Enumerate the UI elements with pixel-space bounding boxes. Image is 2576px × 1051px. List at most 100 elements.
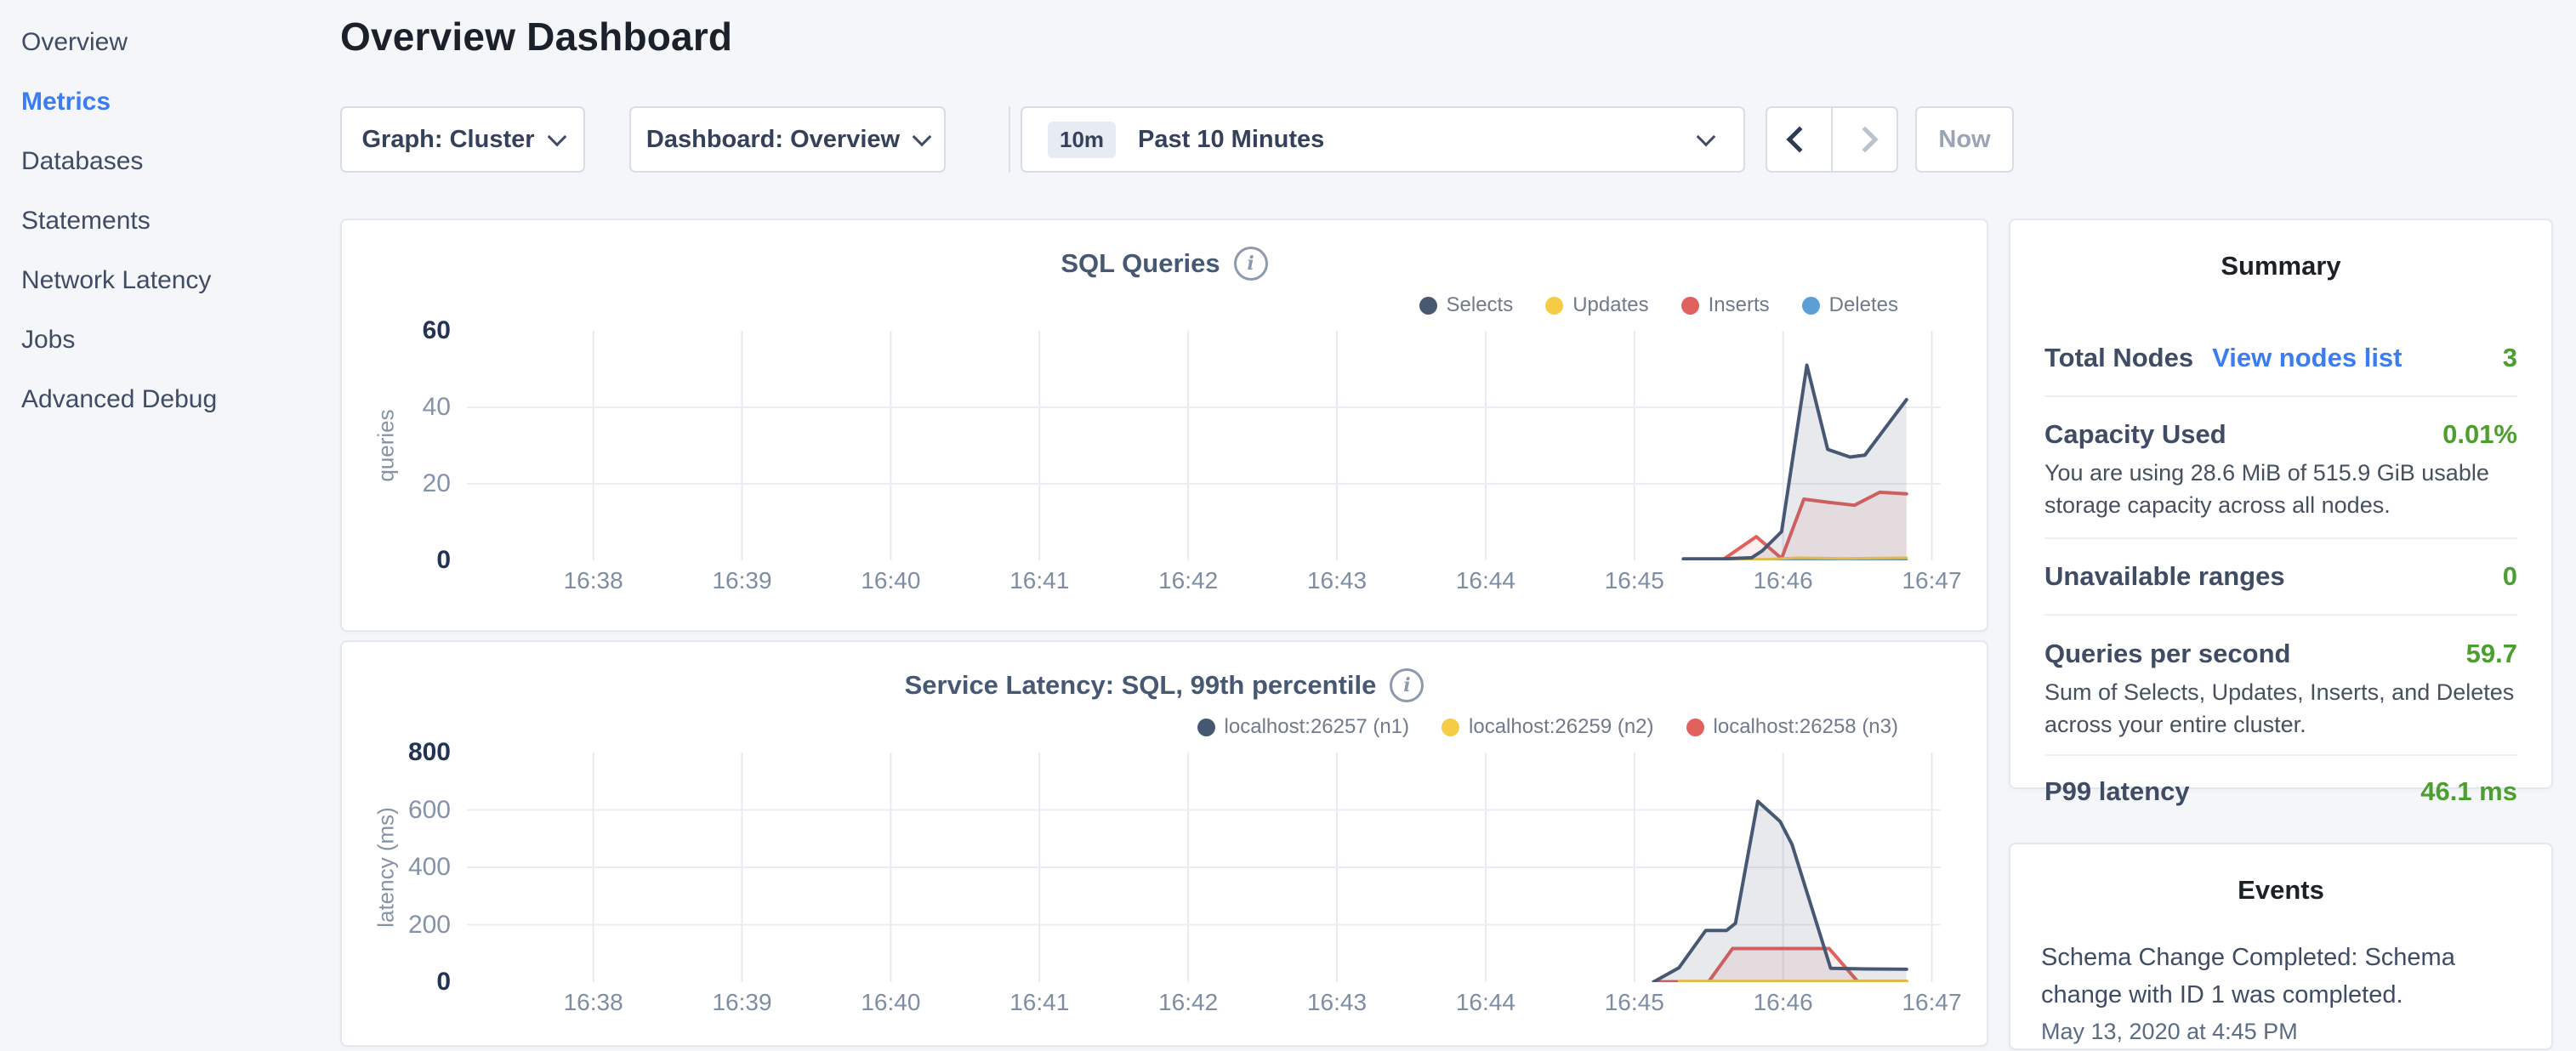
sql-queries-chart-card: SQL Queries i Selects Updates Inserts Delet…	[340, 219, 1988, 632]
graph-source-dropdown-label: Graph: Cluster	[361, 126, 534, 154]
y-axis-ticks: 0200400600800	[342, 753, 451, 982]
summary-row-queries-per-second: Queries per second 59.7	[2044, 639, 2517, 669]
x-tick-label: 16:41	[1009, 989, 1069, 1016]
legend-label: Updates	[1572, 293, 1648, 317]
x-tick-label: 16:38	[564, 567, 623, 594]
x-tick-label: 16:43	[1307, 567, 1367, 594]
summary-label: P99 latency	[2044, 776, 2190, 807]
y-tick-label: 800	[408, 738, 451, 767]
x-tick-label: 16:40	[861, 989, 920, 1016]
sidebar: Overview Metrics Databases Statements Ne…	[0, 0, 340, 1051]
sidebar-item-statements[interactable]: Statements	[21, 196, 151, 247]
y-tick-label: 60	[423, 316, 451, 345]
divider	[2044, 754, 2517, 756]
sidebar-item-metrics[interactable]: Metrics	[21, 77, 111, 128]
legend-item: localhost:26259 (n2)	[1442, 715, 1653, 739]
x-axis-ticks: 16:3816:3916:4016:4116:4216:4316:4416:45…	[467, 989, 1941, 1020]
legend-item: localhost:26258 (n3)	[1686, 715, 1898, 739]
x-tick-label: 16:45	[1605, 989, 1664, 1016]
now-button[interactable]: Now	[1915, 106, 2014, 173]
y-tick-label: 200	[408, 911, 451, 940]
chart-plot-area	[467, 753, 1941, 982]
chevron-down-icon	[547, 127, 566, 146]
legend-item: Updates	[1545, 293, 1648, 317]
sidebar-item-databases[interactable]: Databases	[21, 136, 143, 187]
chart-title: Service Latency: SQL, 99th percentile	[905, 670, 1377, 701]
summary-row-capacity-used: Capacity Used 0.01%	[2044, 419, 2517, 450]
x-tick-label: 16:42	[1158, 567, 1218, 594]
chart-legend: localhost:26257 (n1) localhost:26259 (n2)…	[1197, 715, 1898, 739]
chevron-left-icon	[1786, 126, 1812, 152]
summary-row-total-nodes: Total Nodes View nodes list 3	[2044, 343, 2517, 373]
divider	[2044, 395, 2517, 397]
summary-value: 46.1 ms	[2420, 776, 2517, 807]
y-tick-label: 0	[436, 968, 451, 997]
x-axis-ticks: 16:3816:3916:4016:4116:4216:4316:4416:45…	[467, 567, 1941, 598]
time-range-badge: 10m	[1048, 122, 1116, 158]
x-tick-label: 16:45	[1605, 567, 1664, 594]
x-tick-label: 16:44	[1456, 567, 1515, 594]
events-title: Events	[2041, 875, 2521, 906]
time-range-dropdown[interactable]: 10m Past 10 Minutes	[1021, 106, 1745, 173]
chart-legend: Selects Updates Inserts Deletes	[1419, 293, 1899, 317]
x-tick-label: 16:38	[564, 989, 623, 1016]
legend-label: Inserts	[1709, 293, 1770, 317]
sidebar-item-advanced-debug[interactable]: Advanced Debug	[21, 374, 217, 425]
chart-plot-area	[467, 331, 1941, 560]
chevron-down-icon	[913, 127, 932, 146]
y-tick-label: 20	[423, 469, 451, 498]
legend-label: Selects	[1447, 293, 1514, 317]
time-pager	[1766, 106, 1898, 173]
summary-value: 59.7	[2466, 639, 2517, 669]
x-tick-label: 16:47	[1902, 567, 1961, 594]
sidebar-item-jobs[interactable]: Jobs	[21, 315, 75, 366]
legend-dot-icon	[1686, 719, 1704, 736]
legend-label: Deletes	[1829, 293, 1898, 317]
legend-label: localhost:26257 (n1)	[1225, 715, 1409, 739]
toolbar-divider	[1009, 106, 1010, 173]
x-tick-label: 16:43	[1307, 989, 1367, 1016]
summary-label: Capacity Used	[2044, 419, 2226, 450]
legend-item: Selects	[1419, 293, 1514, 317]
summary-description: Sum of Selects, Updates, Inserts, and De…	[2044, 676, 2517, 741]
x-tick-label: 16:47	[1902, 989, 1961, 1016]
graph-source-dropdown[interactable]: Graph: Cluster	[340, 106, 585, 173]
x-tick-label: 16:46	[1754, 989, 1813, 1016]
x-tick-label: 16:41	[1009, 567, 1069, 594]
chart-title: SQL Queries	[1061, 248, 1220, 279]
sidebar-item-network-latency[interactable]: Network Latency	[21, 255, 211, 306]
x-tick-label: 16:39	[712, 989, 771, 1016]
summary-title: Summary	[2044, 251, 2517, 281]
service-latency-chart-card: Service Latency: SQL, 99th percentile i …	[340, 640, 1988, 1047]
dashboard-dropdown[interactable]: Dashboard: Overview	[629, 106, 946, 173]
time-prev-button[interactable]	[1767, 108, 1831, 171]
legend-dot-icon	[1802, 297, 1820, 315]
time-range-label: Past 10 Minutes	[1138, 126, 1324, 154]
y-axis-ticks: 0204060	[342, 331, 451, 560]
event-item[interactable]: Schema Change Completed: Schema change w…	[2041, 940, 2521, 1014]
series-area	[1683, 366, 1906, 561]
summary-row-unavailable-ranges: Unavailable ranges 0	[2044, 561, 2517, 592]
legend-dot-icon	[1681, 297, 1699, 315]
summary-description: You are using 28.6 MiB of 515.9 GiB usab…	[2044, 457, 2517, 522]
sidebar-item-overview[interactable]: Overview	[21, 17, 128, 68]
info-icon[interactable]: i	[1390, 668, 1424, 702]
dashboard-dropdown-label: Dashboard: Overview	[646, 126, 900, 154]
divider	[2044, 537, 2517, 539]
chart-canvas	[467, 753, 1941, 982]
summary-panel: Summary Total Nodes View nodes list 3 Ca…	[2009, 219, 2553, 789]
chart-canvas	[467, 331, 1941, 560]
summary-label: Unavailable ranges	[2044, 561, 2285, 592]
legend-item: Inserts	[1681, 293, 1770, 317]
legend-dot-icon	[1197, 719, 1215, 736]
chevron-right-icon	[1851, 126, 1878, 152]
legend-item: localhost:26257 (n1)	[1197, 715, 1409, 739]
info-icon[interactable]: i	[1234, 247, 1268, 281]
view-nodes-list-link[interactable]: View nodes list	[2212, 343, 2402, 373]
legend-label: localhost:26258 (n3)	[1714, 715, 1898, 739]
x-tick-label: 16:44	[1456, 989, 1515, 1016]
legend-dot-icon	[1442, 719, 1459, 736]
legend-label: localhost:26259 (n2)	[1469, 715, 1653, 739]
y-tick-label: 40	[423, 393, 451, 422]
time-next-button[interactable]	[1831, 108, 1896, 171]
